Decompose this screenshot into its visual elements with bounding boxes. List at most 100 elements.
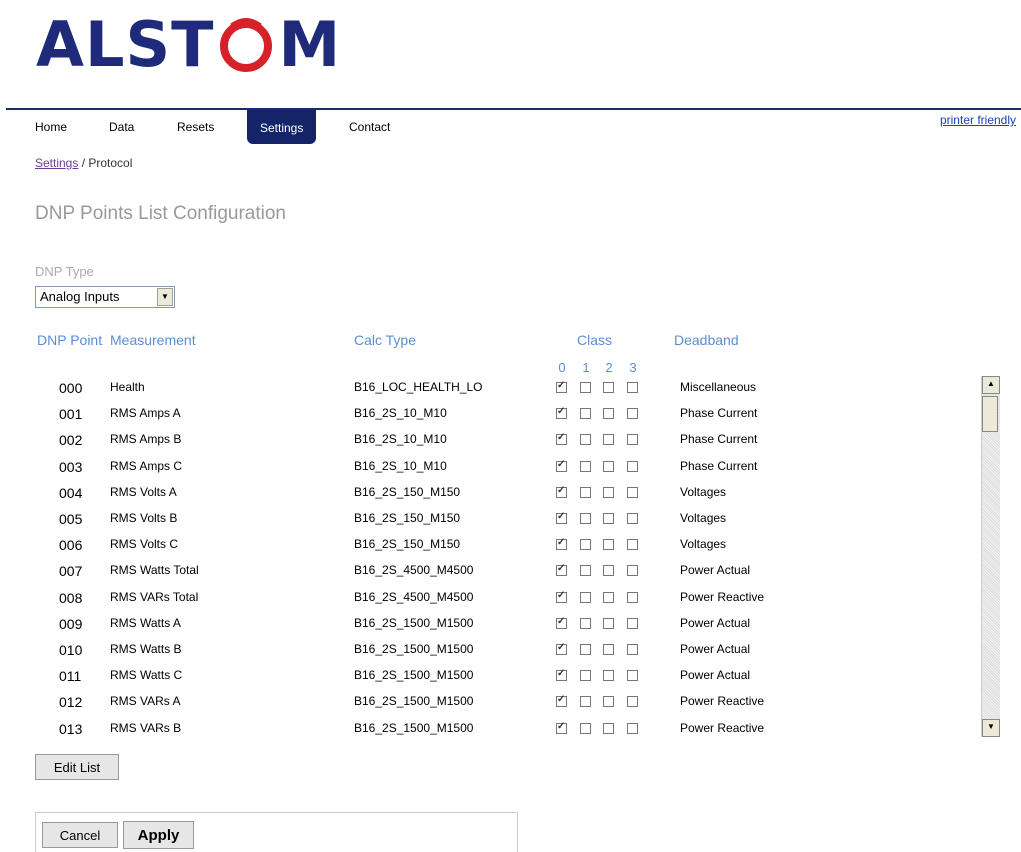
class-2-checkbox[interactable] [603,670,614,682]
class-0-checkbox[interactable] [556,616,567,629]
class-3-checkbox[interactable] [627,670,638,682]
class-2-checkbox[interactable] [603,539,614,551]
class-1-checkbox[interactable] [580,513,591,524]
measurement-name: RMS Watts A [110,615,181,630]
measurement-name: RMS Watts B [110,642,182,656]
chevron-down-icon[interactable]: ▼ [157,288,173,306]
class-2-checkbox[interactable] [603,617,614,629]
table-row: 001 RMS Amps A B16_2S_10_M10 Phase Current [0,406,980,432]
class-3-checkbox[interactable] [627,696,638,708]
dnp-type-label: DNP Type [35,264,94,279]
class-1-checkbox[interactable] [580,434,591,446]
class-1-checkbox[interactable] [580,382,591,393]
class-1-checkbox[interactable] [580,539,591,551]
class-0-checkbox[interactable] [556,668,567,682]
measurement-name: RMS Amps B [110,432,182,447]
nav-home[interactable]: Home [35,120,67,134]
printer-friendly-link[interactable]: printer friendly [940,113,1016,127]
dnp-point-number: 010 [59,642,83,658]
deadband-value: Voltages [680,511,727,525]
class-0-checkbox[interactable] [556,537,567,551]
class-0-checkbox[interactable] [556,694,567,708]
calc-type: B16_2S_10_M10 [354,406,447,421]
class-2-checkbox[interactable] [603,644,614,655]
class-0-checkbox[interactable] [556,511,567,524]
class-0-checkbox[interactable] [556,380,567,393]
class-1-checkbox[interactable] [580,670,591,682]
table-row: 011 RMS Watts C B16_2S_1500_M1500 Power Act… [0,668,980,694]
class-2-checkbox[interactable] [603,565,614,577]
class-0-checkbox[interactable] [556,432,567,446]
dnp-type-select[interactable]: Analog Inputs ▼ [35,286,175,308]
nav-contact[interactable]: Contact [349,120,390,134]
breadcrumb-sep: / [78,156,89,170]
class-0-checkbox[interactable] [556,563,567,577]
class-3-checkbox[interactable] [627,565,638,577]
table-row: 005 RMS Volts B B16_2S_150_M150 Voltages [0,511,980,537]
class-3-checkbox[interactable] [627,460,638,472]
calc-type: B16_2S_150_M150 [354,511,461,525]
table-row: 007 RMS Watts Total B16_2S_4500_M4500 Power… [0,563,980,589]
logo-o-mark: O [216,14,276,74]
class-2-checkbox[interactable] [603,722,614,734]
class-3-checkbox[interactable] [627,434,638,446]
measurement-name: RMS Watts Total [110,563,199,578]
calc-type: B16_2S_1500_M1500 [354,694,474,709]
class-1-checkbox[interactable] [580,460,591,472]
table-scrollbar[interactable]: ▲ ▼ [981,376,1000,737]
class-1-checkbox[interactable] [580,565,591,577]
class-1-checkbox[interactable] [580,408,591,420]
class-0-checkbox[interactable] [556,590,567,603]
breadcrumb-settings-link[interactable]: Settings [35,156,78,170]
table-row: 012 RMS VARs A B16_2S_1500_M1500 Power Reac… [0,694,980,720]
class-2-checkbox[interactable] [603,408,614,420]
scroll-down-icon[interactable]: ▼ [982,719,1000,737]
scroll-thumb[interactable] [982,396,998,432]
class-2-header: 2 [605,360,613,375]
class-2-checkbox[interactable] [603,382,614,393]
class-2-checkbox[interactable] [603,513,614,524]
class-3-checkbox[interactable] [627,722,638,734]
deadband-value: Power Actual [680,615,751,630]
class-3-checkbox[interactable] [627,513,638,524]
measurement-name: RMS VARs Total [110,589,199,604]
class-3-checkbox[interactable] [627,591,638,603]
measurement-name: RMS VARs B [110,720,182,735]
class-2-checkbox[interactable] [603,486,614,498]
nav-settings[interactable]: Settings [247,110,317,144]
class-3-checkbox[interactable] [627,539,638,551]
class-3-checkbox[interactable] [627,617,638,629]
scroll-up-icon[interactable]: ▲ [982,376,1000,394]
deadband-value: Phase Current [680,406,758,421]
class-2-checkbox[interactable] [603,434,614,446]
class-2-checkbox[interactable] [603,460,614,472]
apply-button[interactable]: Apply [123,821,194,849]
class-0-checkbox[interactable] [556,406,567,420]
class-0-checkbox[interactable] [556,721,567,734]
measurement-name: RMS Volts B [110,511,178,525]
class-3-checkbox[interactable] [627,644,638,655]
calc-type: B16_2S_4500_M4500 [354,563,474,578]
dnp-point-number: 007 [59,563,83,580]
class-0-checkbox[interactable] [556,459,567,472]
class-1-checkbox[interactable] [580,617,591,629]
class-3-checkbox[interactable] [627,408,638,420]
class-1-checkbox[interactable] [580,644,591,655]
class-1-checkbox[interactable] [580,696,591,708]
class-1-checkbox[interactable] [580,486,591,498]
cancel-button[interactable]: Cancel [42,822,118,848]
calc-type: B16_2S_10_M10 [354,458,447,473]
nav-resets[interactable]: Resets [177,120,214,134]
class-2-checkbox[interactable] [603,591,614,603]
class-3-checkbox[interactable] [627,486,638,498]
table-row: 008 RMS VARs Total B16_2S_4500_M4500 Power … [0,590,980,616]
class-2-checkbox[interactable] [603,696,614,708]
class-0-checkbox[interactable] [556,642,567,655]
class-1-checkbox[interactable] [580,722,591,734]
class-1-checkbox[interactable] [580,591,591,603]
measurement-name: RMS Watts C [110,668,183,683]
nav-data[interactable]: Data [109,120,134,134]
class-3-checkbox[interactable] [627,382,638,393]
class-0-checkbox[interactable] [556,485,567,498]
edit-list-button[interactable]: Edit List [35,754,119,780]
